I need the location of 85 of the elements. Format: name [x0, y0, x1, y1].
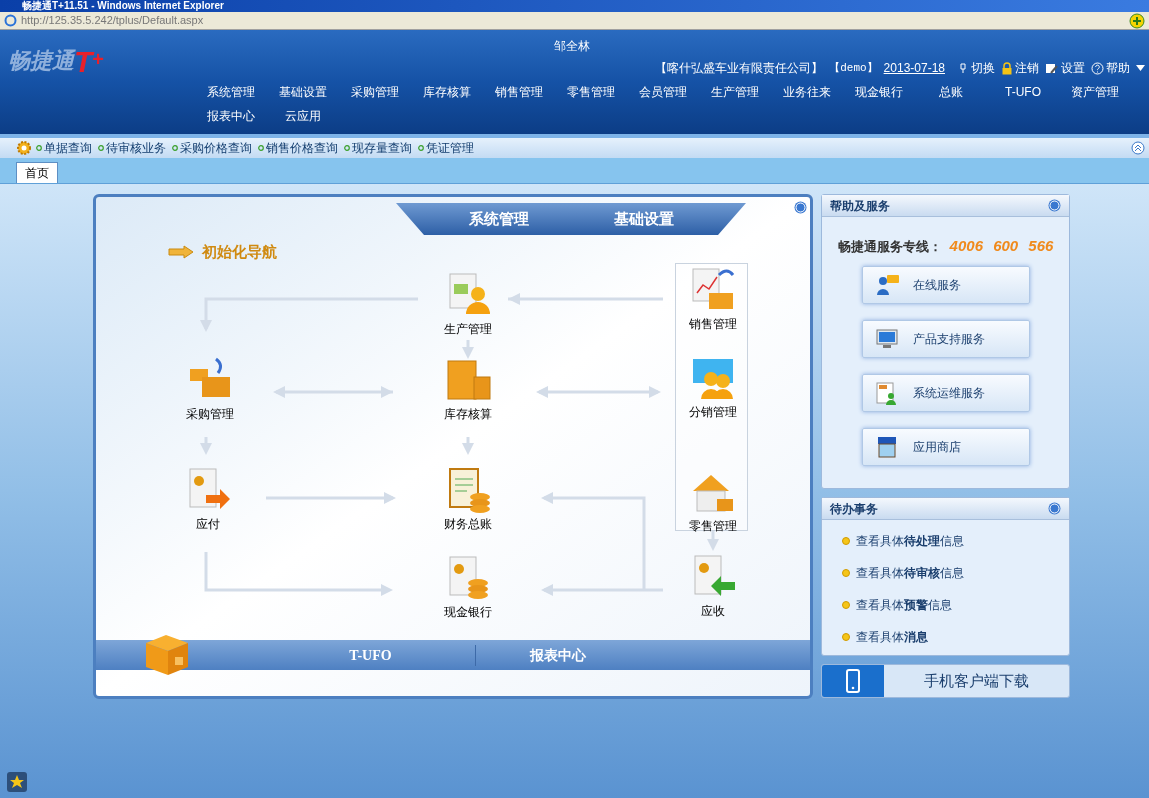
document-person-icon — [874, 380, 899, 405]
hotline-number: 4006 600 566 — [949, 236, 1054, 256]
service-button[interactable]: 系统运维服务 — [861, 373, 1030, 412]
arrow-icon — [168, 245, 194, 260]
mobile-download-button[interactable]: 手机客户端下载 — [821, 664, 1070, 698]
flow-arrow — [200, 437, 212, 455]
help-link[interactable]: 帮助 — [1091, 59, 1130, 77]
service-button[interactable]: 在线服务 — [861, 265, 1030, 304]
quick-link[interactable]: 单据查询 — [36, 139, 92, 157]
pin-icon — [959, 62, 969, 74]
menu-item[interactable]: 现金银行 — [843, 83, 915, 101]
logo: 畅捷通T+ — [8, 44, 105, 77]
todo-link[interactable]: 查看具体待处理信息 — [842, 532, 1069, 550]
menu-item[interactable]: 会员管理 — [627, 83, 699, 101]
menu-item[interactable]: 总账 — [915, 83, 987, 101]
menu-item[interactable]: 销售管理 — [483, 83, 555, 101]
menu-item[interactable]: 生产管理 — [699, 83, 771, 101]
top-tab[interactable]: 系统管理 — [468, 207, 529, 231]
switch-link[interactable]: 切换 — [959, 59, 995, 77]
page-icon — [4, 14, 17, 27]
todo-link[interactable]: 查看具体待审核信息 — [842, 564, 1069, 582]
hotline-label: 畅捷通服务专线： — [837, 237, 942, 256]
todo-link[interactable]: 查看具体消息 — [842, 628, 1069, 646]
todo-link[interactable]: 查看具体预警信息 — [842, 596, 1069, 614]
bullet-icon — [418, 145, 424, 151]
account-name: 【demo】 — [829, 60, 878, 76]
module-node[interactable]: 库存核算 — [428, 355, 508, 421]
menu-item[interactable]: 采购管理 — [339, 83, 411, 101]
menu-item[interactable]: 业务往来 — [771, 83, 843, 101]
bullet-icon — [842, 569, 850, 577]
menu-item[interactable]: 资产管理 — [1059, 83, 1131, 101]
user-name: 邹全林 — [554, 38, 590, 55]
collapse-icon[interactable] — [1131, 141, 1145, 155]
page-tab[interactable]: 首页 — [16, 162, 58, 183]
menu-item[interactable]: 零售管理 — [555, 83, 627, 101]
monitor-icon — [874, 326, 899, 351]
menu-item[interactable]: T-UFO — [987, 83, 1059, 101]
menu-item[interactable]: 报表中心 — [195, 107, 267, 125]
quick-link[interactable]: 凭证管理 — [418, 139, 474, 157]
panel-title: 帮助及服务 — [830, 197, 890, 215]
module-node[interactable]: 分销管理 — [673, 353, 753, 419]
menu-item[interactable]: 云应用 — [267, 107, 339, 125]
go-icon[interactable] — [1129, 12, 1145, 29]
bullet-icon — [344, 145, 350, 151]
flow-arrow — [707, 531, 719, 551]
bullet-icon — [258, 145, 264, 151]
module-node[interactable]: 应收 — [673, 552, 753, 618]
module-node[interactable]: 采购管理 — [170, 355, 250, 421]
module-node[interactable]: 应付 — [168, 465, 248, 531]
person-chat-icon — [874, 272, 899, 297]
bullet-icon — [36, 145, 42, 151]
bullet-icon — [98, 145, 104, 151]
quick-link[interactable]: 销售价格查询 — [258, 139, 338, 157]
lock-icon — [1001, 61, 1013, 75]
gear-icon[interactable] — [16, 140, 32, 156]
settings-link[interactable]: 设置 — [1045, 59, 1085, 77]
menu-item[interactable]: 系统管理 — [195, 83, 267, 101]
logout-link[interactable]: 注销 — [1001, 59, 1039, 77]
bullet-icon — [842, 601, 850, 609]
flow-arrow — [462, 437, 474, 455]
module-node[interactable]: 生产管理 — [428, 270, 508, 336]
module-node[interactable]: 现金银行 — [428, 553, 508, 619]
panel-title: 待办事务 — [830, 500, 878, 518]
service-button[interactable]: 产品支持服务 — [861, 319, 1030, 358]
bullet-icon — [842, 537, 850, 545]
date-link[interactable]: 2013-07-18 — [883, 59, 945, 77]
bullet-icon — [842, 633, 850, 641]
menu-item[interactable]: 基础设置 — [267, 83, 339, 101]
module-node[interactable]: 零售管理 — [673, 467, 753, 533]
window-title: 畅捷通T+11.51 - Windows Internet Explorer — [21, 0, 224, 12]
module-node[interactable]: 销售管理 — [673, 265, 753, 331]
quick-link[interactable]: 待审核业务 — [98, 139, 166, 157]
quick-link[interactable]: 采购价格查询 — [172, 139, 252, 157]
navigator-title: 初始化导航 — [202, 242, 277, 262]
company-name: 【喀什弘盛车业有限责任公司】 — [655, 60, 824, 77]
dropdown-icon[interactable] — [1136, 65, 1145, 71]
phone-icon — [846, 669, 860, 693]
top-tab[interactable]: 基础设置 — [613, 207, 674, 231]
quick-link[interactable]: 现存量查询 — [344, 139, 412, 157]
service-button[interactable]: 应用商店 — [861, 427, 1030, 466]
flow-arrow — [462, 340, 474, 359]
menu-item[interactable]: 库存核算 — [411, 83, 483, 101]
module-node[interactable]: 财务总账 — [428, 465, 508, 531]
address-field[interactable]: http://125.35.5.242/tplus/Default.aspx — [21, 12, 204, 29]
bullet-icon — [172, 145, 178, 151]
